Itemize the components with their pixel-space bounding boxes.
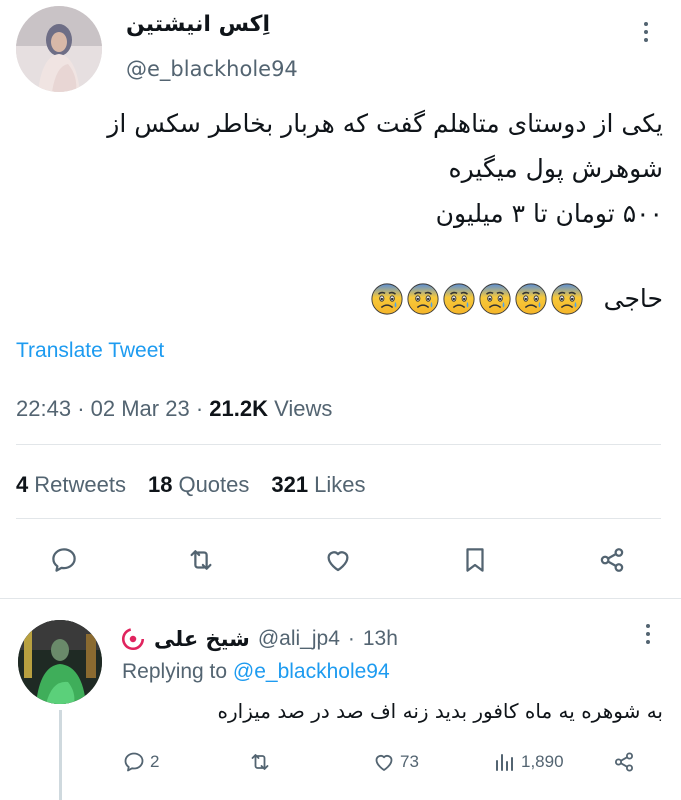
reply-reply-count: 2 [150,752,160,771]
anxious-face-emoji-icon [443,282,475,315]
bookmark-icon [466,548,484,572]
section-divider [0,598,681,599]
affiliation-badge-icon [121,627,145,651]
tweet-line-2: شوهرش پول میگیره [448,154,663,183]
reply-like-button[interactable]: 73 [372,746,419,778]
like-icon [327,551,349,572]
thread-line [59,710,62,800]
tweet-line-1: یکی از دوستای متاهلم گفت که هربار بخاطر … [107,109,663,138]
reply-share-button[interactable] [612,746,636,778]
quotes-label: Quotes [178,472,250,497]
retweet-icon [251,754,269,770]
reply-views-button[interactable]: 1,890 [493,746,564,778]
replying-to: Replying to @e_blackhole94 [122,660,390,684]
reply-header: شیخ علی @ali_jp4 · 13h [120,624,398,654]
replying-to-handle[interactable]: @e_blackhole94 [233,660,390,683]
reply-reply-button[interactable]: 2 [122,746,159,778]
tweet-last-word: حاجی [603,284,663,313]
replying-prefix: Replying to [122,660,228,683]
emoji-row [370,282,584,316]
anxious-face-emoji-icon [407,282,439,315]
tweet-meta: 22:43 · 02 Mar 23 · 21.2K Views [16,396,332,422]
share-button[interactable] [594,542,630,578]
reply-avatar-image [18,620,102,704]
likes-stat[interactable]: 321 Likes [271,472,365,498]
retweets-count: 4 [16,472,29,497]
reply-more-icon[interactable] [643,624,653,648]
reply-author-avatar[interactable] [18,620,102,704]
meta-separator: · [77,396,91,421]
reply-retweet-button[interactable] [248,746,272,778]
author-name[interactable]: اِکس انیشتین [126,12,270,37]
anxious-face-emoji-icon [515,282,547,315]
like-button[interactable] [320,542,356,578]
share-icon [615,752,633,772]
reply-body: به شوهره یه ماه کافور بدید زنه اف صد در … [217,699,663,723]
retweet-button[interactable] [183,542,219,578]
anxious-face-emoji-icon [479,282,511,315]
reply-button[interactable] [46,542,82,578]
retweets-stat[interactable]: 4 Retweets [16,472,126,498]
translate-tweet-link[interactable]: Translate Tweet [16,339,164,363]
meta-separator: · [195,396,210,421]
divider [16,444,661,445]
likes-count: 321 [271,472,309,497]
tweet-body: یکی از دوستای متاهلم گفت که هربار بخاطر … [13,101,663,321]
like-icon [375,754,393,771]
likes-label: Likes [314,472,366,497]
anxious-face-emoji-icon [551,282,583,315]
quotes-count: 18 [147,472,173,497]
tweet-line-4: حاجی [13,276,663,321]
reply-icon [52,548,76,572]
share-icon [600,548,624,572]
more-icon[interactable] [641,22,651,46]
views-icon [496,754,513,771]
avatar-image [16,6,102,92]
retweet-icon [190,550,212,570]
quotes-stat[interactable]: 18 Quotes [148,472,249,498]
tweet-time[interactable]: 22:43 [16,396,71,421]
author-avatar[interactable] [16,6,102,92]
reply-author-handle[interactable]: @ali_jp4 [258,627,340,651]
tweet-date[interactable]: 02 Mar 23 [91,396,190,421]
bookmark-button[interactable] [457,542,493,578]
reply-icon [124,752,144,772]
retweets-label: Retweets [34,472,126,497]
reply-separator: · [347,627,355,650]
engagement-stats: 4 Retweets 18 Quotes 321 Likes [16,472,365,498]
author-handle[interactable]: @e_blackhole94 [126,57,298,81]
anxious-face-emoji-icon [371,282,403,315]
reply-time[interactable]: 13h [363,627,398,651]
divider [16,518,661,519]
tweet-line-3: ۵۰۰ تومان تا ۳ میلیون [435,199,663,228]
reply-views-count: 1,890 [521,752,564,771]
views-label: Views [274,396,333,421]
views-count: 21.2K [209,396,268,421]
reply-like-count: 73 [400,752,419,771]
reply-author-name[interactable]: شیخ علی [154,627,250,651]
